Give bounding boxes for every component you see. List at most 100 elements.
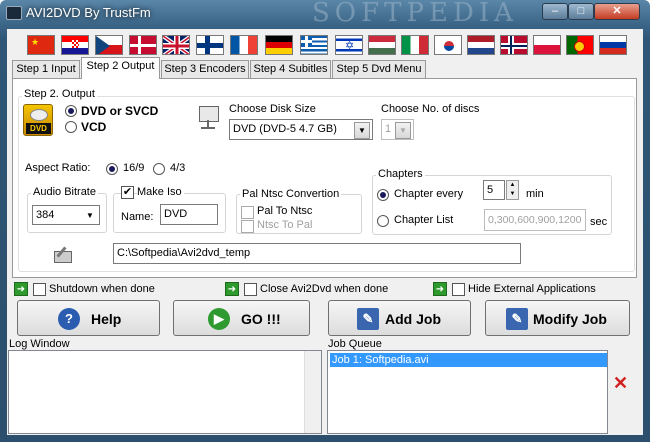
flag-russia[interactable] [599,35,627,55]
folder-edit-icon[interactable] [54,246,72,263]
flag-denmark[interactable] [129,35,157,55]
title-bar[interactable]: AVI2DVD By TrustFm SOFTPEDIA – □ ✕ [0,0,650,28]
disk-size-label: Choose Disk Size [229,103,316,115]
modify-job-button[interactable]: ✎ Modify Job [485,300,630,336]
flag-germany[interactable] [265,35,293,55]
dvd-svcd-label: DVD or SVCD [81,104,159,118]
chapter-every-unit: min [526,188,544,200]
discs-dropdown[interactable]: 1 ▼ [381,119,414,140]
tab-step-4-subtitles[interactable]: Step 4 Subitles [250,60,331,78]
flag-hungary[interactable] [368,35,396,55]
flag-poland[interactable] [533,35,561,55]
dvd-svcd-radio[interactable] [65,105,77,117]
shutdown-checkbox[interactable] [33,283,46,296]
edit-document-icon: ✎ [506,308,528,330]
chapter-list-radio[interactable] [377,215,389,227]
audio-bitrate-label: Audio Bitrate [31,186,98,198]
disk-size-value: DVD (DVD-5 4.7 GB) [233,123,337,135]
flag-china[interactable]: ★ [27,35,55,55]
help-button-label: Help [91,311,122,327]
chevron-down-icon: ▼ [354,122,370,139]
add-document-icon: ✎ [357,308,379,330]
tab-step-2-output[interactable]: Step 2 Output [81,57,160,79]
discs-value: 1 [385,123,392,135]
make-iso-checkbox[interactable]: ✔ [121,186,134,199]
flag-netherlands[interactable] [467,35,495,55]
flag-south-korea[interactable] [434,35,462,55]
dvd-icon-label: DVD [26,123,51,134]
close-button[interactable]: ✕ [594,3,640,20]
chapters-label: Chapters [376,168,425,180]
delete-job-icon[interactable]: ✕ [613,373,628,394]
flag-united-kingdom[interactable] [162,35,190,55]
arrow-right-icon: ➜ [14,282,28,296]
log-scrollbar[interactable] [304,351,321,433]
add-job-button-label: Add Job [385,311,441,327]
iso-name-input[interactable]: DVD [160,204,218,225]
hide-external-label: Hide External Applications [468,283,596,295]
flag-finland[interactable] [196,35,224,55]
job-queue-list[interactable]: Job 1: Softpedia.avi [327,350,608,434]
go-button-label: GO !!! [241,311,281,327]
chapter-every-spinner[interactable]: ▲ ▼ [506,180,519,200]
make-iso-label: Make Iso [137,186,184,198]
go-button[interactable]: ▶ GO !!! [173,300,310,336]
tab-step-3-encoders[interactable]: Step 3 Encoders [161,60,249,78]
flag-israel[interactable]: ✡ [335,35,363,55]
dvd-disc-icon: DVD [23,104,53,136]
aspect-4-3-label: 4/3 [170,162,186,174]
tab-step-5-dvd-menu[interactable]: Step 5 Dvd Menu [332,60,426,78]
close-when-done-label: Close Avi2Dvd when done [260,283,389,295]
modify-job-button-label: Modify Job [533,311,607,327]
vcd-label: VCD [81,120,107,134]
audio-bitrate-value: 384 [36,209,55,221]
job-queue-label: Job Queue [328,338,382,350]
chapter-every-label: Chapter every [394,188,464,200]
chapter-list-input[interactable]: 0,300,600,900,1200 [484,209,586,231]
add-job-button[interactable]: ✎ Add Job [328,300,471,336]
ntsc-to-pal-checkbox[interactable] [241,220,254,233]
app-icon [6,6,22,20]
pal-ntsc-label: Pal Ntsc Convertion [240,188,342,200]
hide-external-checkbox[interactable] [452,283,465,296]
watermark: SOFTPEDIA [312,0,518,28]
audio-bitrate-dropdown[interactable]: 384 ▼ [32,205,100,225]
help-button[interactable]: ? Help [17,300,160,336]
flag-croatia[interactable] [61,35,89,55]
temp-path-input[interactable]: C:\Softpedia\Avi2dvd_temp [113,243,521,264]
maximize-button[interactable]: □ [568,3,594,20]
chapter-every-input[interactable]: 5 [483,180,505,200]
help-icon: ? [58,308,80,330]
pal-to-ntsc-checkbox[interactable] [241,206,254,219]
flag-france[interactable] [230,35,258,55]
discs-label: Choose No. of discs [381,103,480,115]
flag-italy[interactable] [401,35,429,55]
disk-size-dropdown[interactable]: DVD (DVD-5 4.7 GB) ▼ [229,119,373,140]
projector-icon [196,104,222,130]
window-title: AVI2DVD By TrustFm [26,5,151,20]
shutdown-label: Shutdown when done [49,283,155,295]
job-queue-item[interactable]: Job 1: Softpedia.avi [330,353,607,367]
ntsc-to-pal-label: Ntsc To Pal [257,219,313,231]
flag-portugal[interactable] [566,35,594,55]
flag-czech-republic[interactable] [95,35,123,55]
log-window-label: Log Window [9,338,70,350]
output-group-label: Step 2. Output [22,88,97,100]
aspect-16-9-label: 16/9 [123,162,145,174]
arrow-right-icon: ➜ [433,282,447,296]
chapter-every-radio[interactable] [377,189,389,201]
aspect-4-3-radio[interactable] [153,163,165,175]
chevron-down-icon: ▼ [86,211,94,220]
pal-to-ntsc-label: Pal To Ntsc [257,205,313,217]
flag-greece[interactable] [300,35,328,55]
flag-norway[interactable] [500,35,528,55]
iso-name-label: Name: [121,211,154,223]
arrow-right-icon: ➜ [225,282,239,296]
close-when-done-checkbox[interactable] [244,283,257,296]
minimize-button[interactable]: – [542,3,568,20]
vcd-radio[interactable] [65,121,77,133]
tab-step-1-input[interactable]: Step 1 Input [12,60,80,78]
aspect-16-9-radio[interactable] [106,163,118,175]
chapter-list-label: Chapter List [394,214,454,226]
log-window[interactable] [8,350,322,434]
